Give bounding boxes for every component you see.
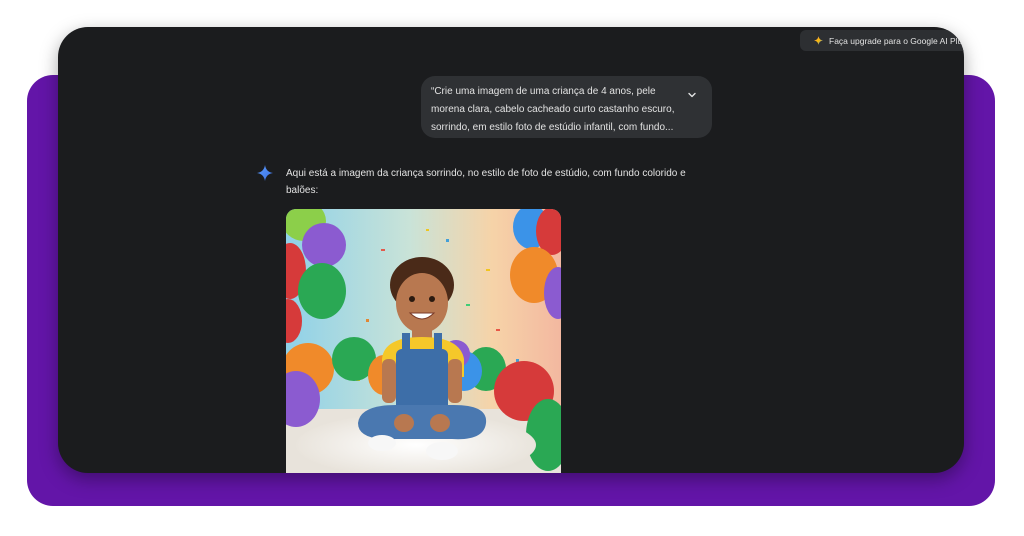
prompt-line: “Crie uma imagem de uma criança de 4 ano…	[431, 86, 656, 97]
child-balloons-photo	[286, 209, 561, 473]
prompt-line: sorrindo, em estilo foto de estúdio infa…	[431, 122, 674, 133]
gemini-sparkle-icon	[257, 165, 273, 181]
sparkle-icon	[814, 36, 823, 45]
upgrade-label: Faça upgrade para o Google AI Plus	[829, 35, 964, 46]
user-prompt-bubble: “Crie uma imagem de uma criança de 4 ano…	[421, 76, 712, 138]
assistant-response-text: Aqui está a imagem da criança sorrindo, …	[286, 168, 686, 196]
prompt-line: morena clara, cabelo cacheado curto cast…	[431, 104, 675, 115]
chevron-down-icon[interactable]	[686, 89, 698, 101]
upgrade-button[interactable]: Faça upgrade para o Google AI Plus	[800, 30, 964, 51]
chat-window: Faça upgrade para o Google AI Plus “Crie…	[58, 27, 964, 473]
generated-image[interactable]	[286, 209, 561, 473]
screenshot-stage: Faça upgrade para o Google AI Plus “Crie…	[0, 0, 1024, 536]
